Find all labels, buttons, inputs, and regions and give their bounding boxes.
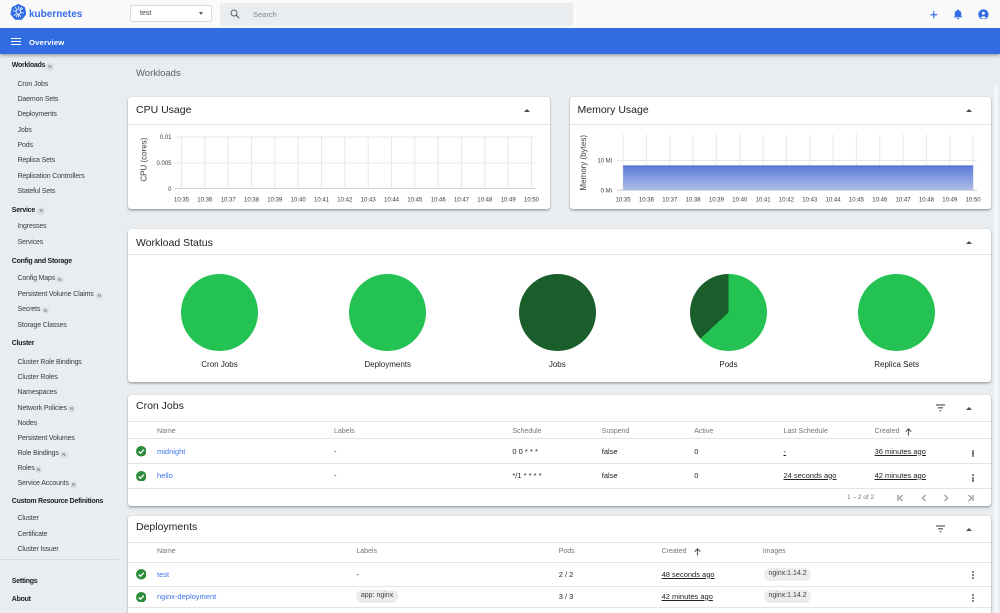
svg-text:10:39: 10:39	[267, 197, 283, 203]
svg-text:10:46: 10:46	[430, 197, 446, 203]
svg-text:10:48: 10:48	[477, 197, 493, 203]
svg-text:10:35: 10:35	[173, 197, 189, 203]
svg-text:0.01: 0.01	[159, 135, 171, 141]
svg-text:10:38: 10:38	[243, 197, 259, 203]
svg-text:10:47: 10:47	[453, 197, 469, 203]
svg-text:10:45: 10:45	[848, 197, 864, 203]
svg-text:10:44: 10:44	[383, 197, 399, 203]
svg-text:10:36: 10:36	[197, 197, 213, 203]
svg-text:10:37: 10:37	[662, 197, 678, 203]
svg-text:10:35: 10:35	[615, 197, 631, 203]
svg-text:10:47: 10:47	[895, 197, 911, 203]
svg-text:0 Mi: 0 Mi	[600, 188, 611, 194]
svg-text:10:40: 10:40	[290, 197, 306, 203]
svg-text:10:50: 10:50	[965, 197, 981, 203]
svg-text:10:39: 10:39	[708, 197, 724, 203]
svg-text:10:38: 10:38	[685, 197, 701, 203]
svg-text:10:46: 10:46	[872, 197, 888, 203]
svg-text:10:36: 10:36	[638, 197, 654, 203]
svg-text:10:49: 10:49	[942, 197, 958, 203]
svg-text:10:41: 10:41	[313, 197, 329, 203]
svg-text:10:43: 10:43	[360, 197, 376, 203]
svg-text:10:42: 10:42	[778, 197, 794, 203]
svg-text:10:48: 10:48	[918, 197, 934, 203]
svg-text:10:50: 10:50	[523, 197, 539, 203]
svg-text:Memory (bytes): Memory (bytes)	[579, 135, 588, 191]
svg-text:10:40: 10:40	[732, 197, 748, 203]
svg-text:10:41: 10:41	[755, 197, 771, 203]
svg-text:10:43: 10:43	[802, 197, 818, 203]
svg-text:10:44: 10:44	[825, 197, 841, 203]
svg-text:CPU (cores): CPU (cores)	[139, 137, 148, 181]
svg-text:10:49: 10:49	[500, 197, 516, 203]
svg-text:10:45: 10:45	[407, 197, 423, 203]
svg-text:0.005: 0.005	[156, 161, 172, 167]
svg-text:10 Mi: 10 Mi	[597, 158, 612, 164]
svg-text:10:37: 10:37	[220, 197, 236, 203]
svg-text:0: 0	[168, 187, 172, 193]
svg-text:10:42: 10:42	[337, 197, 353, 203]
